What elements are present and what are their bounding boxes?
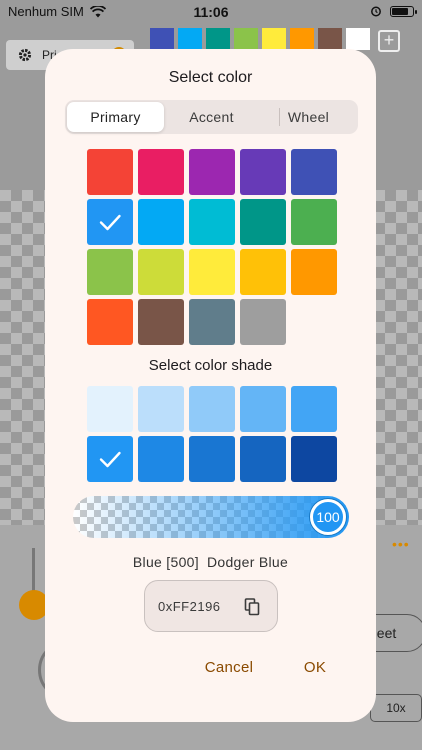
color-swatch[interactable] [138, 199, 184, 245]
shade-swatch[interactable] [291, 436, 337, 482]
shade-swatch[interactable] [189, 436, 235, 482]
bg-toolbar-swatch [346, 28, 370, 50]
cancel-button[interactable]: Cancel [195, 654, 263, 682]
color-swatch[interactable] [138, 299, 184, 345]
checkmark-icon [99, 214, 121, 231]
alarm-icon [371, 6, 381, 17]
bg-toolbar-swatches [150, 28, 370, 50]
bg-toolbar-swatch [178, 28, 202, 50]
bg-toolbar-swatch [234, 28, 258, 50]
shade-swatch[interactable] [240, 386, 286, 432]
color-swatch[interactable] [291, 199, 337, 245]
status-bar: Nenhum SIM 11:06 [0, 0, 422, 26]
color-swatch[interactable] [87, 249, 133, 295]
opacity-slider[interactable]: 100 [73, 496, 349, 538]
bg-toolbar-swatch [206, 28, 230, 50]
ok-button[interactable]: OK [295, 654, 335, 682]
bg-toolbar-swatch [290, 28, 314, 50]
copy-icon[interactable] [244, 598, 260, 616]
tab-primary[interactable]: Primary [67, 102, 164, 132]
color-swatch[interactable] [138, 149, 184, 195]
shade-swatch[interactable] [138, 386, 184, 432]
color-swatch[interactable] [240, 149, 286, 195]
color-name-row: Blue [500] Dodger Blue [45, 554, 376, 570]
color-swatch[interactable] [240, 199, 286, 245]
status-right [370, 5, 417, 17]
color-swatch[interactable] [240, 299, 286, 345]
battery-icon [390, 5, 417, 17]
color-swatch[interactable] [189, 299, 235, 345]
color-picker-dialog: Select color Primary Accent Wheel Select… [45, 49, 376, 722]
opacity-slider-thumb[interactable]: 100 [310, 499, 346, 535]
shade-swatch[interactable] [189, 386, 235, 432]
picker-tabs: Primary Accent Wheel [65, 100, 358, 134]
color-swatch[interactable] [87, 149, 133, 195]
opacity-gradient [73, 496, 349, 538]
status-time: 11:06 [193, 4, 229, 20]
color-swatch[interactable] [189, 149, 235, 195]
dialog-title: Select color [168, 69, 253, 86]
shade-section-label: Select color shade [148, 357, 273, 374]
hex-value: 0xFF2196 [158, 599, 221, 614]
bg-more-icon: ••• [392, 536, 410, 552]
checkmark-icon [99, 451, 121, 468]
bg-toolbar-swatch [262, 28, 286, 50]
shade-swatch[interactable] [87, 386, 133, 432]
color-alias: Dodger Blue [206, 554, 289, 570]
color-swatch[interactable] [87, 299, 133, 345]
color-swatch[interactable] [291, 249, 337, 295]
bg-zoom-button: 10x [370, 694, 422, 722]
color-swatch[interactable] [240, 249, 286, 295]
shade-swatch[interactable] [87, 436, 133, 482]
tab-accent[interactable]: Accent [163, 102, 260, 132]
bg-toolbar-swatch [150, 28, 174, 50]
shade-swatch[interactable] [138, 436, 184, 482]
shade-swatch[interactable] [291, 386, 337, 432]
gear-icon [18, 48, 32, 62]
color-swatch[interactable] [291, 149, 337, 195]
bg-add-icon: + [378, 30, 400, 52]
color-swatch[interactable] [189, 249, 235, 295]
color-swatch[interactable] [87, 199, 133, 245]
color-swatch[interactable] [138, 249, 184, 295]
bg-toolbar-swatch [318, 28, 342, 50]
hex-code-box[interactable]: 0xFF2196 [144, 580, 278, 632]
color-name: Blue [500] [132, 554, 199, 570]
shade-swatch[interactable] [240, 436, 286, 482]
tab-wheel[interactable]: Wheel [260, 102, 357, 132]
color-swatch[interactable] [189, 199, 235, 245]
